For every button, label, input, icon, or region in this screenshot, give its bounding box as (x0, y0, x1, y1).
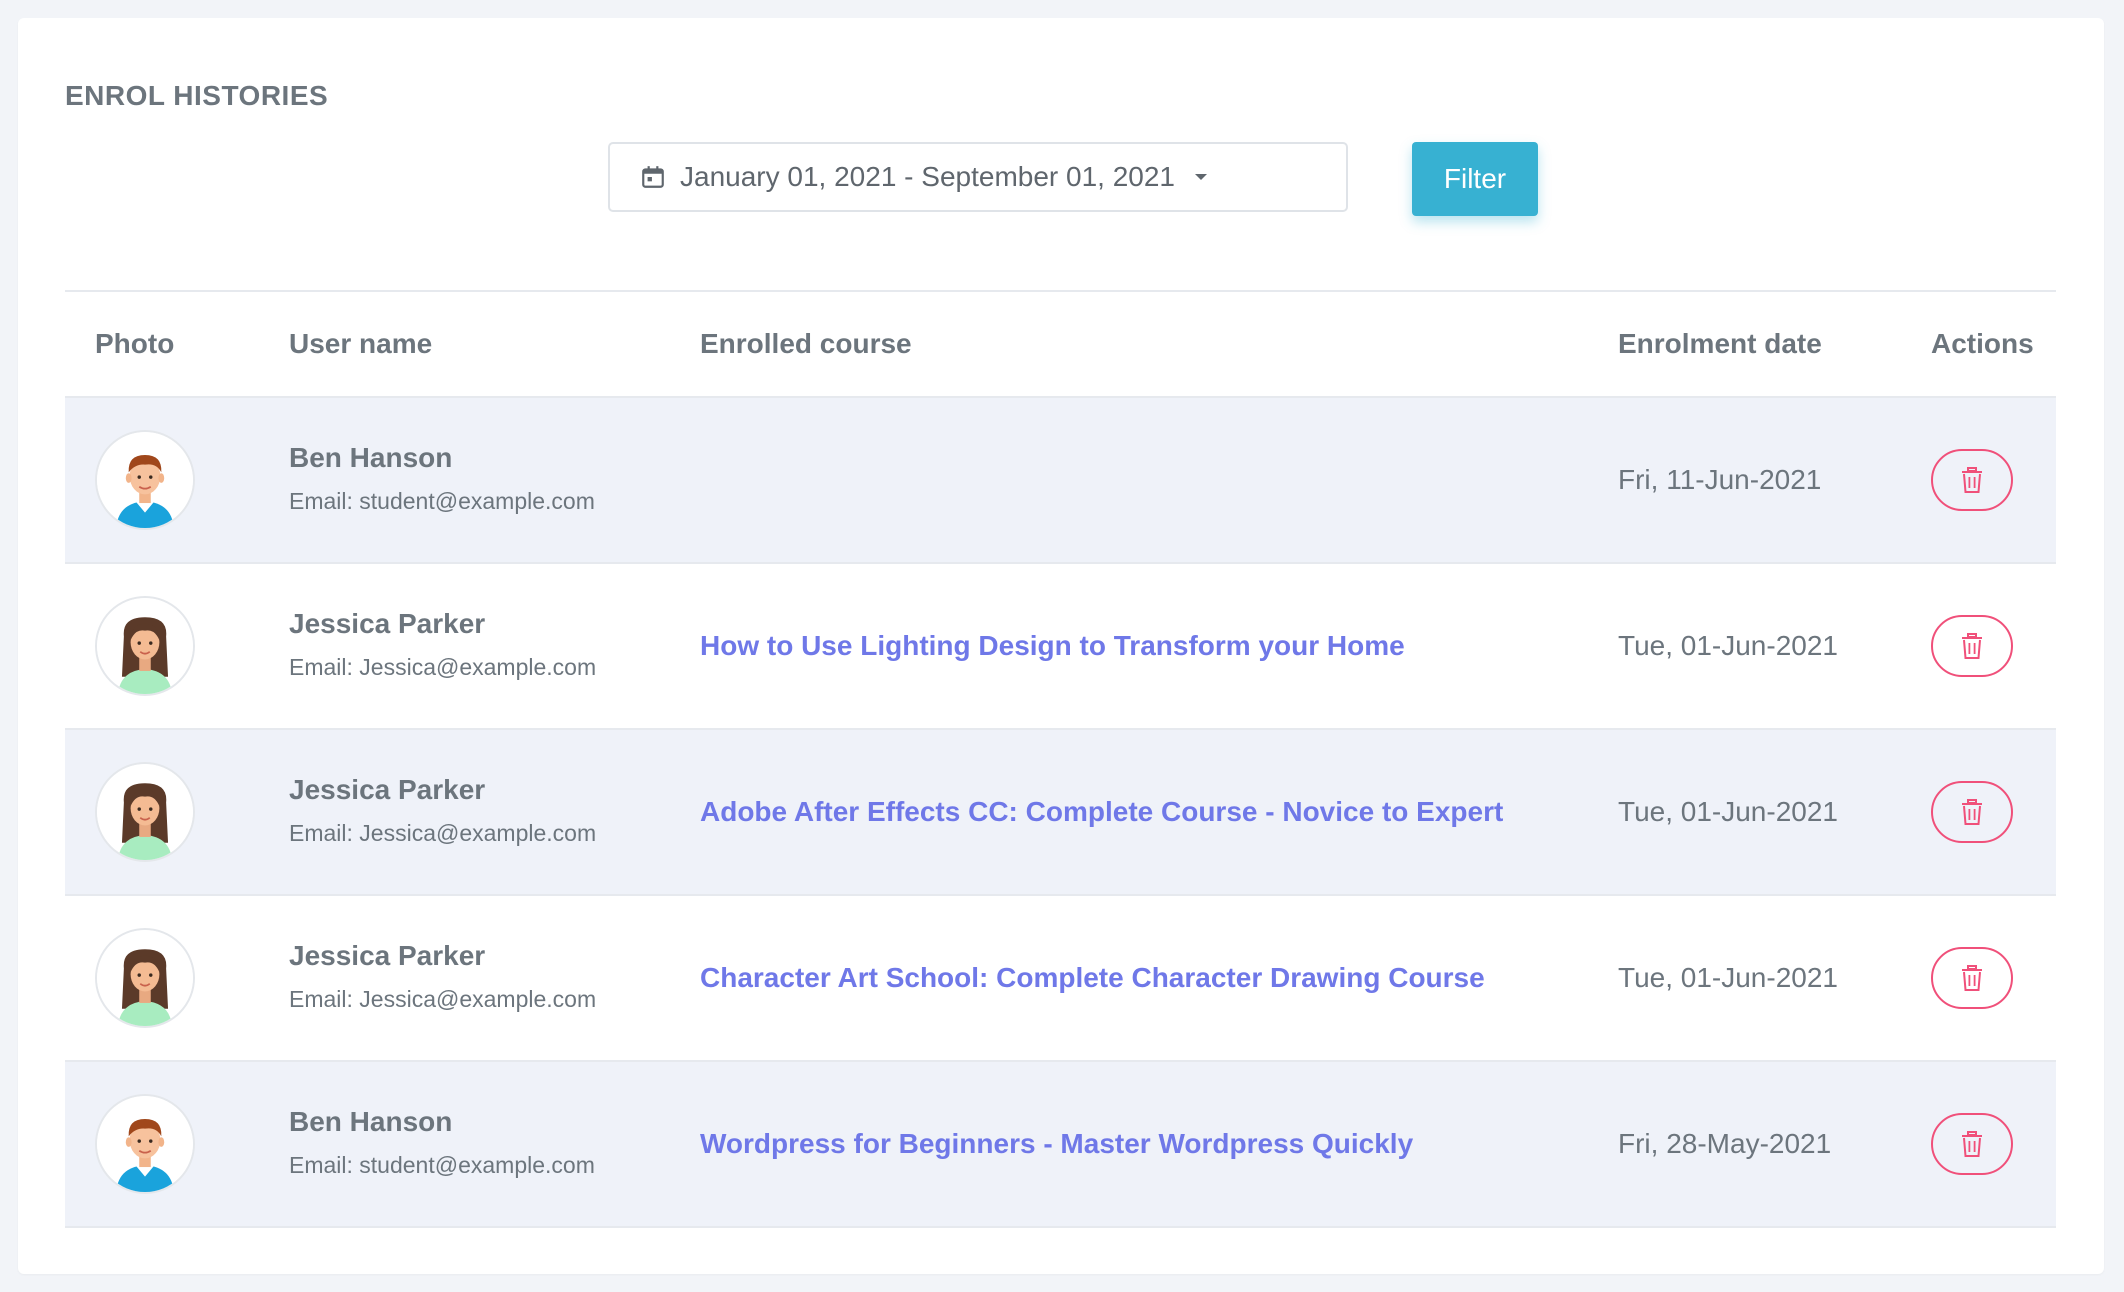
enrolment-date: Tue, 01-Jun-2021 (1618, 796, 1838, 827)
date-range-picker[interactable]: January 01, 2021 - September 01, 2021 (608, 142, 1348, 212)
column-header-user-name: User name (289, 328, 433, 359)
enrol-histories-table: Photo User name Enrolled course Enrolmen… (65, 290, 2056, 1228)
enrolment-date: Fri, 28-May-2021 (1618, 1128, 1832, 1159)
female-avatar (95, 928, 195, 1028)
enrolled-course-link[interactable]: Wordpress for Beginners - Master Wordpre… (700, 1128, 1413, 1160)
male-avatar (95, 430, 195, 530)
calendar-icon (640, 164, 666, 190)
user-email: Email: Jessica@example.com (289, 986, 597, 1012)
trash-icon (1960, 467, 1984, 493)
delete-button[interactable] (1931, 781, 2013, 843)
delete-button[interactable] (1931, 1113, 2013, 1175)
table-row: Jessica Parker Email: Jessica@example.com… (65, 730, 2056, 896)
column-header-actions: Actions (1931, 328, 2034, 359)
delete-button[interactable] (1931, 449, 2013, 511)
enrolled-course-link[interactable]: Adobe After Effects CC: Complete Course … (700, 796, 1503, 828)
user-email: Email: Jessica@example.com (289, 820, 597, 846)
user-email: Email: student@example.com (289, 488, 595, 514)
user-name: Ben Hanson (289, 1106, 453, 1137)
table-row: Ben Hanson Email: student@example.com Fri,… (65, 398, 2056, 564)
table-header: Photo User name Enrolled course Enrolmen… (65, 292, 2056, 398)
user-name: Jessica Parker (289, 608, 486, 639)
trash-icon (1960, 633, 1984, 659)
male-avatar (95, 1094, 195, 1194)
user-email: Email: student@example.com (289, 1152, 595, 1178)
user-name: Ben Hanson (289, 442, 453, 473)
column-header-enrolled-course: Enrolled course (700, 328, 912, 359)
enrolled-course-link[interactable]: Character Art School: Complete Character… (700, 962, 1485, 994)
enrol-histories-card: ENROL HISTORIES January 01, 2021 - Septe… (18, 18, 2104, 1274)
table-body: Ben Hanson Email: student@example.com Fri,… (65, 398, 2056, 1228)
trash-icon (1960, 965, 1984, 991)
enrolment-date: Tue, 01-Jun-2021 (1618, 630, 1838, 661)
table-row: Ben Hanson Email: student@example.com Word… (65, 1062, 2056, 1228)
enrolment-date: Fri, 11-Jun-2021 (1618, 464, 1822, 495)
caret-down-icon (1195, 174, 1208, 180)
table-row: Jessica Parker Email: Jessica@example.com… (65, 896, 2056, 1062)
user-email: Email: Jessica@example.com (289, 654, 597, 680)
enrolled-course-link[interactable]: How to Use Lighting Design to Transform … (700, 630, 1405, 662)
female-avatar (95, 596, 195, 696)
female-avatar (95, 762, 195, 862)
user-name: Jessica Parker (289, 940, 486, 971)
filter-button[interactable]: Filter (1412, 142, 1538, 216)
column-header-enrolment-date: Enrolment date (1618, 328, 1822, 359)
page-title: ENROL HISTORIES (65, 80, 329, 111)
delete-button[interactable] (1931, 947, 2013, 1009)
table-row: Jessica Parker Email: Jessica@example.com… (65, 564, 2056, 730)
enrolment-date: Tue, 01-Jun-2021 (1618, 962, 1838, 993)
trash-icon (1960, 1131, 1984, 1157)
column-header-photo: Photo (95, 328, 175, 359)
delete-button[interactable] (1931, 615, 2013, 677)
date-range-value: January 01, 2021 - September 01, 2021 (680, 161, 1176, 192)
user-name: Jessica Parker (289, 774, 486, 805)
trash-icon (1960, 799, 1984, 825)
